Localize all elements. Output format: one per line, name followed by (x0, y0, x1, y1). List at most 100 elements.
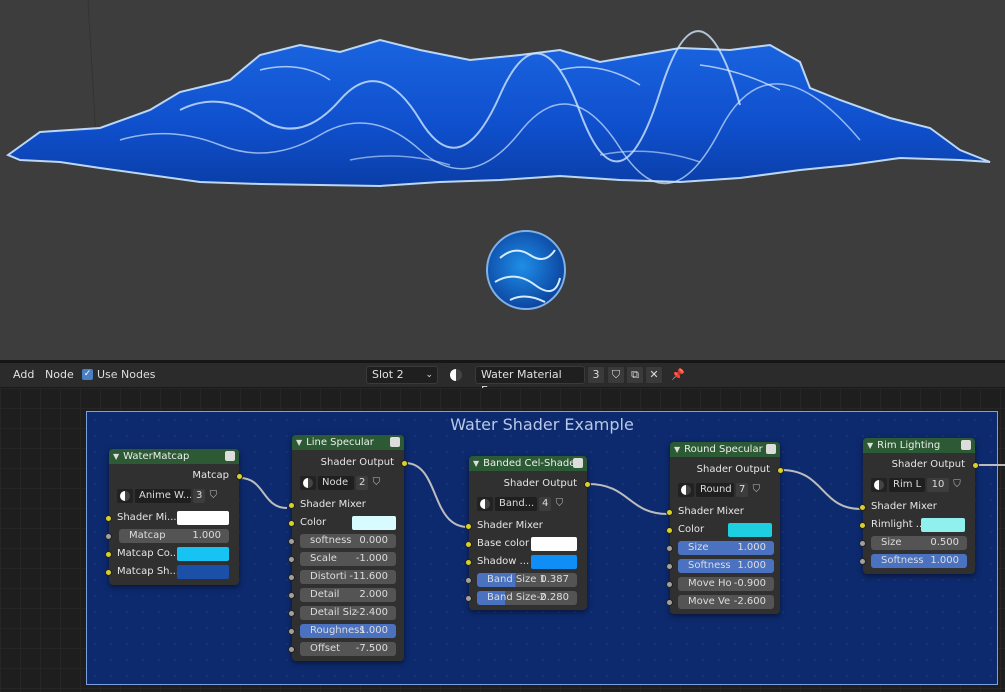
node-editor-canvas[interactable]: Water Shader Example ▼ WaterMatcap Matcap… (0, 388, 1005, 692)
output-socket[interactable] (972, 462, 979, 469)
group-users[interactable]: 4 (539, 497, 552, 511)
input-socket[interactable] (105, 515, 112, 522)
collapse-triangle-icon[interactable]: ▼ (113, 452, 119, 461)
input-socket[interactable] (666, 545, 673, 552)
color-swatch[interactable] (177, 565, 229, 579)
group-name-field[interactable]: Round (696, 483, 734, 497)
input-socket[interactable] (288, 646, 295, 653)
collapse-triangle-icon[interactable]: ▼ (473, 459, 479, 468)
value-field[interactable]: Matcap 1.000 (119, 529, 229, 543)
node-line-specular[interactable]: ▼ Line Specular Shader Output Node 2 ⛉ Sh… (288, 435, 408, 661)
fake-user-shield-icon[interactable]: ⛉ (750, 483, 762, 497)
value-field[interactable]: Detail Siz -2.400 (300, 606, 396, 620)
group-name-field[interactable]: Anime W... (135, 489, 191, 503)
output-socket[interactable] (777, 467, 784, 474)
node-group-icon[interactable] (573, 458, 583, 468)
value-field[interactable]: Move Ho -0.900 (678, 577, 774, 591)
color-swatch[interactable] (531, 555, 577, 569)
group-users[interactable]: 3 (193, 489, 206, 503)
value-field[interactable]: Roughness 1.000 (300, 624, 396, 638)
input-socket[interactable] (288, 538, 295, 545)
input-socket[interactable] (666, 509, 673, 516)
group-name-field[interactable]: Node (318, 476, 354, 490)
input-socket[interactable] (288, 592, 295, 599)
input-socket[interactable] (288, 628, 295, 635)
output-socket[interactable] (236, 473, 243, 480)
node-banded-cel-shade[interactable]: ▼ Banded Cel-Shade Shader Output Band... … (465, 456, 591, 610)
group-name-field[interactable]: Band... (495, 497, 537, 511)
fake-user-shield-icon[interactable]: ⛉ (607, 366, 625, 384)
color-swatch[interactable] (177, 547, 229, 561)
input-socket[interactable] (288, 574, 295, 581)
input-socket[interactable] (666, 581, 673, 588)
group-users[interactable]: 7 (736, 483, 749, 497)
material-browse-button[interactable]: ⌄ (446, 366, 474, 397)
node-group-icon[interactable] (225, 451, 235, 461)
use-nodes-toggle[interactable]: ✓ Use Nodes (82, 368, 156, 381)
color-swatch[interactable] (352, 516, 396, 530)
node-header[interactable]: ▼ WaterMatcap (109, 449, 239, 464)
value-field[interactable]: Size 1.000 (678, 541, 774, 555)
input-socket[interactable] (465, 577, 472, 584)
collapse-triangle-icon[interactable]: ▼ (296, 438, 302, 447)
input-socket[interactable] (859, 522, 866, 529)
output-socket[interactable] (401, 460, 408, 467)
add-menu[interactable]: Add (13, 368, 34, 381)
collapse-triangle-icon[interactable]: ▼ (867, 441, 873, 450)
input-socket[interactable] (105, 533, 112, 540)
node-header[interactable]: ▼ Banded Cel-Shade (469, 456, 587, 471)
group-users[interactable]: 10 (927, 478, 949, 492)
group-name-field[interactable]: Rim L (889, 478, 925, 492)
node-menu[interactable]: Node (45, 368, 74, 381)
value-field[interactable]: Band Size 1 0.387 (477, 573, 577, 587)
fake-user-shield-icon[interactable]: ⛉ (370, 476, 382, 490)
value-field[interactable]: Softness 1.000 (871, 554, 967, 568)
fake-user-shield-icon[interactable]: ⛉ (553, 497, 565, 511)
color-swatch[interactable] (531, 537, 577, 551)
input-socket[interactable] (465, 595, 472, 602)
input-socket[interactable] (105, 551, 112, 558)
value-field[interactable]: Detail 2.000 (300, 588, 396, 602)
checkbox-checked-icon[interactable]: ✓ (82, 369, 93, 380)
node-header[interactable]: ▼ Rim Lighting (863, 438, 975, 453)
duplicate-material-icon[interactable]: ⧉ (626, 366, 644, 384)
input-socket[interactable] (465, 559, 472, 566)
node-group-icon[interactable] (961, 440, 971, 450)
fake-user-shield-icon[interactable]: ⛉ (951, 478, 963, 492)
input-socket[interactable] (288, 520, 295, 527)
value-field[interactable]: Band Size 2 -0.280 (477, 591, 577, 605)
fake-user-shield-icon[interactable]: ⛉ (207, 489, 219, 503)
node-group-icon[interactable] (390, 437, 400, 447)
material-sphere-icon[interactable] (117, 489, 133, 503)
3d-viewport[interactable] (0, 0, 1005, 360)
input-socket[interactable] (288, 502, 295, 509)
input-socket[interactable] (288, 556, 295, 563)
value-field[interactable]: Size 0.500 (871, 536, 967, 550)
input-socket[interactable] (465, 541, 472, 548)
node-round-specular[interactable]: ▼ Round Specular Shader Output Round 7 ⛉ … (666, 442, 784, 614)
node-group-icon[interactable] (766, 444, 776, 454)
output-socket[interactable] (584, 481, 591, 488)
value-field[interactable]: Offset -7.500 (300, 642, 396, 656)
color-swatch[interactable] (921, 518, 965, 532)
node-water-matcap[interactable]: ▼ WaterMatcap Matcap Anime W... 3 ⛉ Shade… (105, 449, 243, 585)
value-field[interactable]: Distorti -11.600 (300, 570, 396, 584)
material-sphere-icon[interactable] (477, 497, 493, 511)
material-name-field[interactable]: Water Material Exa... (475, 366, 585, 397)
value-field[interactable]: softness 0.000 (300, 534, 396, 548)
value-field[interactable]: Scale -1.000 (300, 552, 396, 566)
input-socket[interactable] (666, 527, 673, 534)
unlink-close-icon[interactable]: ✕ (645, 366, 663, 384)
material-sphere-icon[interactable] (871, 478, 887, 492)
input-socket[interactable] (666, 599, 673, 606)
input-socket[interactable] (666, 563, 673, 570)
material-sphere-icon[interactable] (678, 483, 694, 497)
node-header[interactable]: ▼ Round Specular (670, 442, 780, 457)
color-swatch[interactable] (728, 523, 772, 537)
node-header[interactable]: ▼ Line Specular (292, 435, 404, 450)
group-users[interactable]: 2 (356, 476, 369, 490)
pin-icon[interactable]: 📌 (669, 366, 687, 384)
material-sphere-icon[interactable] (300, 476, 316, 490)
input-socket[interactable] (859, 558, 866, 565)
input-socket[interactable] (859, 504, 866, 511)
